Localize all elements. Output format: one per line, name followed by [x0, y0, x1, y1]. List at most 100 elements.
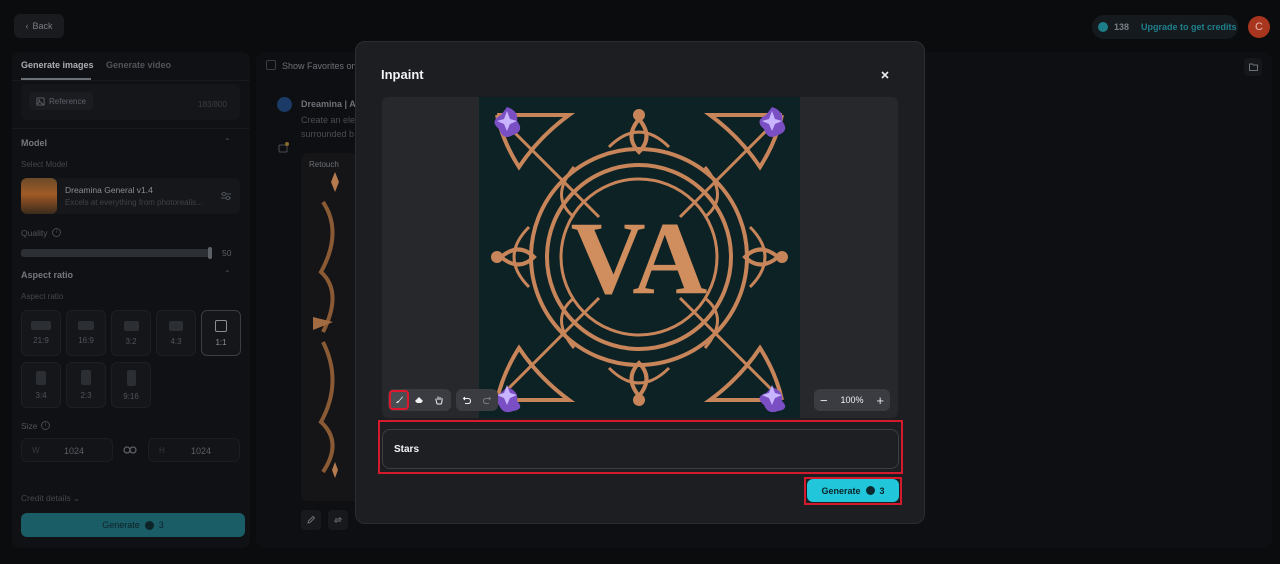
hand-tool[interactable] — [429, 390, 449, 410]
settings-sliders-icon[interactable] — [220, 190, 232, 202]
ratio-shape-icon — [78, 321, 94, 330]
aspect-option-3-2[interactable]: 3:2 — [111, 310, 151, 356]
ratio-label: 21:9 — [33, 336, 49, 345]
regenerate-button[interactable] — [328, 510, 348, 530]
tab-generate-video[interactable]: Generate video — [106, 60, 171, 70]
hand-icon — [435, 396, 443, 405]
credit-coin-icon — [1098, 22, 1108, 32]
ratio-label: 2:3 — [80, 391, 92, 400]
aspect-option-9-16[interactable]: 9:16 — [111, 362, 151, 408]
divider — [12, 128, 250, 129]
char-counter: 183/800 — [198, 100, 227, 109]
tab-generate-images[interactable]: Generate images — [21, 60, 94, 70]
width-prefix: W — [32, 446, 40, 455]
edit-button[interactable] — [301, 510, 321, 530]
ratio-label: 4:3 — [170, 336, 182, 346]
aspect-ratio-label: Aspect ratio — [21, 292, 64, 301]
height-field[interactable]: H 1024 — [148, 438, 240, 462]
chevron-down-icon: ⌄ — [72, 493, 81, 503]
avatar[interactable]: C — [1248, 16, 1270, 38]
ratio-label: 3:2 — [125, 336, 137, 346]
zoom-in-button[interactable]: + — [876, 394, 884, 407]
ratio-label: 9:16 — [123, 391, 139, 401]
dreamina-logo-icon — [277, 97, 292, 112]
chevron-up-icon[interactable]: ⌃ — [224, 137, 231, 146]
width-field[interactable]: W 1024 — [21, 438, 113, 462]
credit-details-label: Credit details — [21, 493, 71, 503]
favorites-checkbox[interactable] — [266, 60, 276, 70]
ratio-shape-icon — [169, 320, 183, 331]
model-thumbnail — [21, 178, 57, 214]
aspect-option-2-3[interactable]: 2:3 — [66, 362, 106, 408]
redo-icon — [482, 396, 492, 404]
model-description: Excels at everything from photorealis... — [65, 198, 203, 207]
brush-icon — [396, 396, 403, 403]
ratio-label: 3:4 — [35, 390, 47, 400]
eraser-tool[interactable] — [409, 390, 429, 410]
feed-item-title: Dreamina | AI — [301, 99, 359, 109]
ratio-shape-icon — [215, 319, 227, 332]
generate-label: Generate — [102, 520, 140, 530]
height-value: 1024 — [191, 446, 212, 456]
ratio-shape-icon — [126, 369, 136, 386]
quality-label: Quality — [21, 228, 48, 238]
divider — [12, 80, 250, 81]
aspect-option-1-1[interactable]: 1:1 — [201, 310, 241, 356]
credits-pill[interactable]: 138 Upgrade to get credits — [1092, 15, 1238, 39]
feed-prompt-line: surrounded b — [301, 129, 355, 139]
canvas-image[interactable]: VA — [479, 97, 800, 418]
width-value: 1024 — [64, 446, 85, 456]
folder-icon[interactable] — [1244, 58, 1262, 76]
reference-label: Reference — [49, 96, 86, 106]
ratio-label: 1:1 — [215, 337, 227, 347]
aspect-section-title: Aspect ratio — [21, 270, 74, 280]
aspect-option-21-9[interactable]: 21:9 — [21, 310, 61, 356]
info-icon[interactable]: i — [41, 421, 50, 430]
feed-prompt-line: Create an ele — [301, 115, 356, 125]
retouch-label: Retouch — [309, 160, 339, 169]
history-toolbar — [456, 389, 498, 411]
brush-tool[interactable] — [389, 390, 409, 410]
back-button[interactable]: ‹ Back — [14, 14, 64, 38]
generate-cost: 3 — [158, 520, 164, 530]
size-label: Size — [21, 421, 38, 431]
inpaint-prompt-input[interactable]: Stars — [382, 429, 899, 469]
edit-image-icon — [278, 142, 289, 153]
generate-button-left[interactable]: Generate 3 — [21, 513, 245, 537]
ratio-shape-icon — [123, 320, 139, 331]
close-icon[interactable] — [878, 68, 892, 82]
undo-icon — [462, 396, 472, 404]
result-image[interactable] — [313, 172, 357, 490]
chevron-left-icon: ‹ — [25, 21, 29, 31]
ratio-shape-icon — [31, 321, 51, 330]
credit-details-toggle[interactable]: Credit details ⌄ — [21, 493, 80, 504]
select-model-label: Select Model — [21, 160, 68, 169]
undo-button[interactable] — [457, 390, 477, 410]
reference-button[interactable]: Reference — [29, 92, 93, 110]
generate-label: Generate — [821, 485, 861, 496]
modal-title: Inpaint — [381, 67, 424, 82]
zoom-out-button[interactable]: − — [820, 394, 828, 407]
height-prefix: H — [159, 446, 165, 455]
info-icon[interactable]: i — [52, 228, 61, 237]
ratio-label: 16:9 — [78, 336, 94, 345]
redo-button[interactable] — [477, 390, 497, 410]
model-section-title: Model — [21, 138, 47, 148]
ratio-shape-icon — [81, 370, 91, 385]
back-label: Back — [32, 21, 53, 31]
zoom-level: 100% — [840, 395, 864, 405]
quality-slider-handle[interactable] — [208, 247, 212, 259]
eraser-icon — [415, 397, 423, 403]
brush-toolbar — [388, 389, 451, 411]
link-icon[interactable] — [123, 445, 137, 455]
aspect-option-4-3[interactable]: 4:3 — [156, 310, 196, 356]
quality-value: 50 — [222, 248, 232, 258]
upgrade-link[interactable]: Upgrade to get credits — [1141, 22, 1237, 32]
generate-button[interactable]: Generate 3 — [807, 479, 899, 502]
ratio-shape-icon — [36, 370, 46, 385]
favorites-label: Show Favorites on — [282, 61, 357, 71]
quality-slider[interactable] — [21, 249, 211, 257]
chevron-up-icon[interactable]: ⌃ — [224, 269, 231, 278]
aspect-option-16-9[interactable]: 16:9 — [66, 310, 106, 356]
aspect-option-3-4[interactable]: 3:4 — [21, 362, 61, 408]
